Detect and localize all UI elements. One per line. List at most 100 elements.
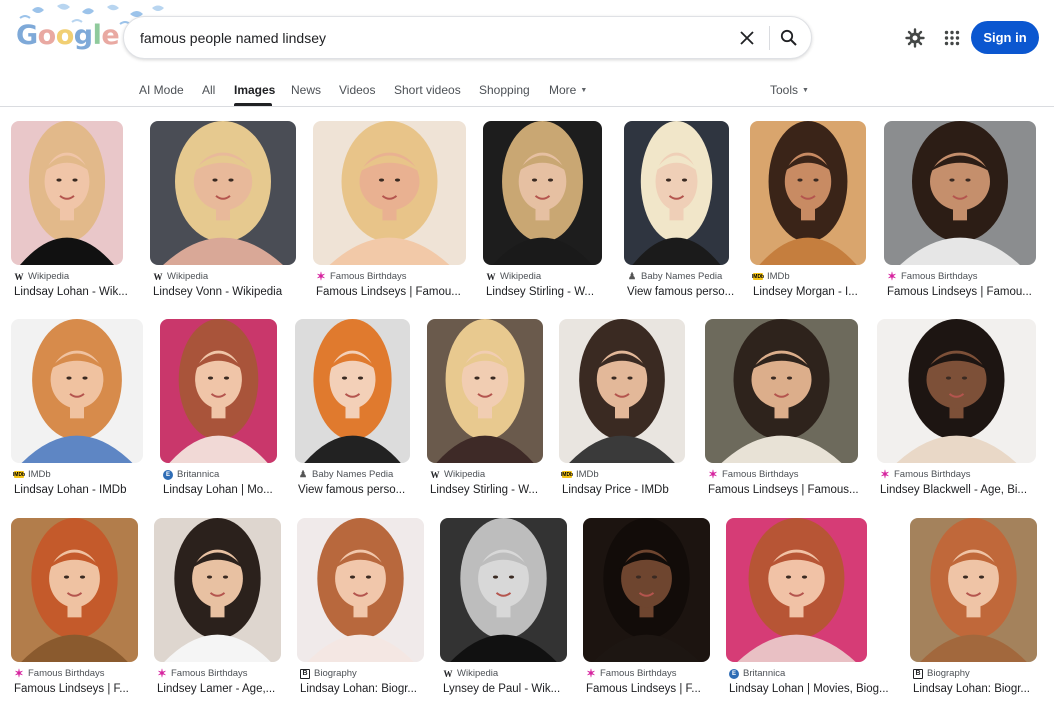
result-thumbnail[interactable] — [11, 319, 143, 463]
result-thumbnail[interactable] — [750, 121, 866, 265]
result-source[interactable]: W Wikipedia — [153, 271, 209, 282]
image-result[interactable]: ✶ Famous Birthdays Lindsey Blackwell - Age… — [877, 319, 1036, 505]
image-result[interactable]: ✶ Famous Birthdays Famous Lindseys | Famou… — [313, 121, 466, 307]
result-source[interactable]: ✶ Famous Birthdays — [14, 668, 104, 680]
result-title[interactable]: Lindsey Stirling - W... — [486, 286, 645, 298]
result-title[interactable]: Lindsay Lohan - Wik... — [14, 286, 166, 298]
result-thumbnail[interactable] — [160, 319, 277, 463]
baby-names-pedia-icon: ♟ — [298, 469, 308, 479]
result-title[interactable]: Famous Lindseys | Famou... — [316, 286, 509, 298]
tab-short-videos[interactable]: Short videos — [394, 83, 461, 97]
result-thumbnail[interactable] — [583, 518, 710, 662]
result-title[interactable]: Lindsay Lohan | Movies, Biog... — [729, 683, 910, 695]
image-result[interactable]: ✶ Famous Birthdays Famous Lindseys | Famou… — [884, 121, 1036, 307]
result-thumbnail[interactable] — [297, 518, 424, 662]
result-title[interactable]: Lindsey Blackwell - Age, Bi... — [880, 484, 1054, 496]
result-source[interactable]: E Britannica — [729, 668, 785, 679]
result-source[interactable]: W Wikipedia — [14, 271, 70, 282]
tab-shopping[interactable]: Shopping — [479, 83, 530, 97]
tab-more[interactable]: More ▼ — [549, 83, 587, 97]
tab-all[interactable]: All — [202, 83, 215, 97]
image-result[interactable]: ♟ Baby Names Pedia View famous perso... — [295, 319, 410, 505]
wikipedia-icon: W — [430, 469, 440, 480]
result-source-name: Famous Birthdays — [894, 469, 971, 480]
tab-images[interactable]: Images — [234, 83, 275, 97]
image-result[interactable]: IMDb IMDb Lindsay Lohan - IMDb — [11, 319, 143, 505]
result-thumbnail[interactable] — [150, 121, 296, 265]
result-thumbnail[interactable] — [483, 121, 602, 265]
image-result[interactable]: ✶ Famous Birthdays Lindsey Lamer - Age,... — [154, 518, 281, 701]
result-source[interactable]: IMDb IMDb — [751, 271, 790, 282]
image-result[interactable]: E Britannica Lindsay Lohan | Movies, Biog.… — [726, 518, 889, 701]
tools-button[interactable]: Tools ▼ — [770, 83, 809, 97]
image-result[interactable]: IMDb IMDb Lindsay Price - IMDb — [559, 319, 685, 505]
result-source[interactable]: ♟ Baby Names Pedia — [627, 271, 722, 282]
result-source[interactable]: ✶ Famous Birthdays — [880, 469, 971, 481]
clear-search-button[interactable] — [734, 25, 760, 51]
result-source-name: IMDb — [767, 271, 790, 282]
image-result[interactable]: W Wikipedia Lindsay Lohan - Wik... — [11, 121, 128, 307]
result-thumbnail[interactable] — [11, 518, 138, 662]
result-thumbnail[interactable] — [154, 518, 281, 662]
result-thumbnail[interactable] — [559, 319, 685, 463]
image-result[interactable]: ✶ Famous Birthdays Famous Lindseys | F... — [11, 518, 138, 701]
result-thumbnail[interactable] — [884, 121, 1036, 265]
result-source[interactable]: ✶ Famous Birthdays — [708, 469, 799, 481]
result-source[interactable]: ♟ Baby Names Pedia — [298, 469, 393, 480]
result-source[interactable]: IMDb IMDb — [561, 469, 599, 480]
image-result[interactable]: E Britannica Lindsay Lohan | Mo... — [160, 319, 277, 505]
result-thumbnail[interactable] — [427, 319, 543, 463]
tab-videos[interactable]: Videos — [339, 83, 375, 97]
result-source[interactable]: IMDb IMDb — [13, 469, 51, 480]
result-thumbnail[interactable] — [624, 121, 729, 265]
result-thumbnail[interactable] — [11, 121, 123, 265]
tab-news[interactable]: News — [291, 83, 321, 97]
settings-button[interactable] — [902, 25, 928, 51]
result-thumbnail[interactable] — [726, 518, 867, 662]
result-title[interactable]: Famous Lindseys | Famous... — [708, 484, 901, 496]
result-title[interactable]: Famous Lindseys | Famou... — [887, 286, 1054, 298]
result-source-name: Biography — [927, 668, 970, 679]
image-result[interactable]: W Wikipedia Lindsey Vonn - Wikipedia — [150, 121, 296, 307]
result-thumbnail[interactable] — [877, 319, 1036, 463]
sign-in-button[interactable]: Sign in — [971, 21, 1039, 54]
google-apps-button[interactable] — [939, 25, 965, 51]
result-source[interactable]: W Wikipedia — [486, 271, 542, 282]
result-title[interactable]: Lindsay Lohan: Biogr... — [913, 683, 1054, 695]
result-source[interactable]: ✶ Famous Birthdays — [316, 271, 406, 283]
image-result[interactable]: IMDb IMDb Lindsey Morgan - I... — [750, 121, 866, 307]
result-thumbnail[interactable] — [440, 518, 567, 662]
britannica-icon: E — [729, 668, 739, 679]
result-thumbnail[interactable] — [295, 319, 410, 463]
result-source[interactable]: B Biography — [913, 668, 970, 679]
close-icon — [740, 31, 754, 45]
result-title[interactable]: Lindsey Vonn - Wikipedia — [153, 286, 339, 298]
imdb-icon: IMDb — [751, 273, 765, 280]
search-input[interactable] — [140, 17, 720, 58]
result-source[interactable]: ✶ Famous Birthdays — [586, 668, 676, 680]
result-thumbnail[interactable] — [313, 121, 466, 265]
result-source[interactable]: E Britannica — [163, 469, 219, 480]
image-result[interactable]: W Wikipedia Lindsey Stirling - W... — [483, 121, 602, 307]
result-source[interactable]: W Wikipedia — [443, 668, 499, 679]
image-result[interactable]: ✶ Famous Birthdays Famous Lindseys | F... — [583, 518, 710, 701]
image-result[interactable]: ✶ Famous Birthdays Famous Lindseys | Famou… — [705, 319, 859, 505]
result-source[interactable]: B Biography — [300, 668, 357, 679]
result-source[interactable]: ✶ Famous Birthdays — [157, 668, 247, 680]
result-source[interactable]: ✶ Famous Birthdays — [887, 271, 977, 283]
portrait-image — [297, 518, 424, 662]
search-icon — [780, 29, 797, 46]
search-button[interactable] — [775, 25, 803, 51]
result-source-name: Famous Birthdays — [722, 469, 799, 480]
tab-ai-mode[interactable]: AI Mode — [139, 83, 184, 97]
image-result[interactable]: B Biography Lindsay Lohan: Biogr... — [297, 518, 424, 701]
image-result[interactable]: W Wikipedia Lynsey de Paul - Wik... — [440, 518, 567, 701]
famous-birthdays-icon: ✶ — [708, 469, 718, 481]
image-result[interactable]: B Biography Lindsay Lohan: Biogr... — [910, 518, 1037, 701]
image-result[interactable]: W Wikipedia Lindsey Stirling - W... — [427, 319, 543, 505]
result-title[interactable]: Lindsay Price - IMDb — [562, 484, 728, 496]
result-thumbnail[interactable] — [705, 319, 858, 463]
image-result[interactable]: ♟ Baby Names Pedia View famous perso... — [624, 121, 734, 307]
result-source[interactable]: W Wikipedia — [430, 469, 486, 480]
result-thumbnail[interactable] — [910, 518, 1037, 662]
